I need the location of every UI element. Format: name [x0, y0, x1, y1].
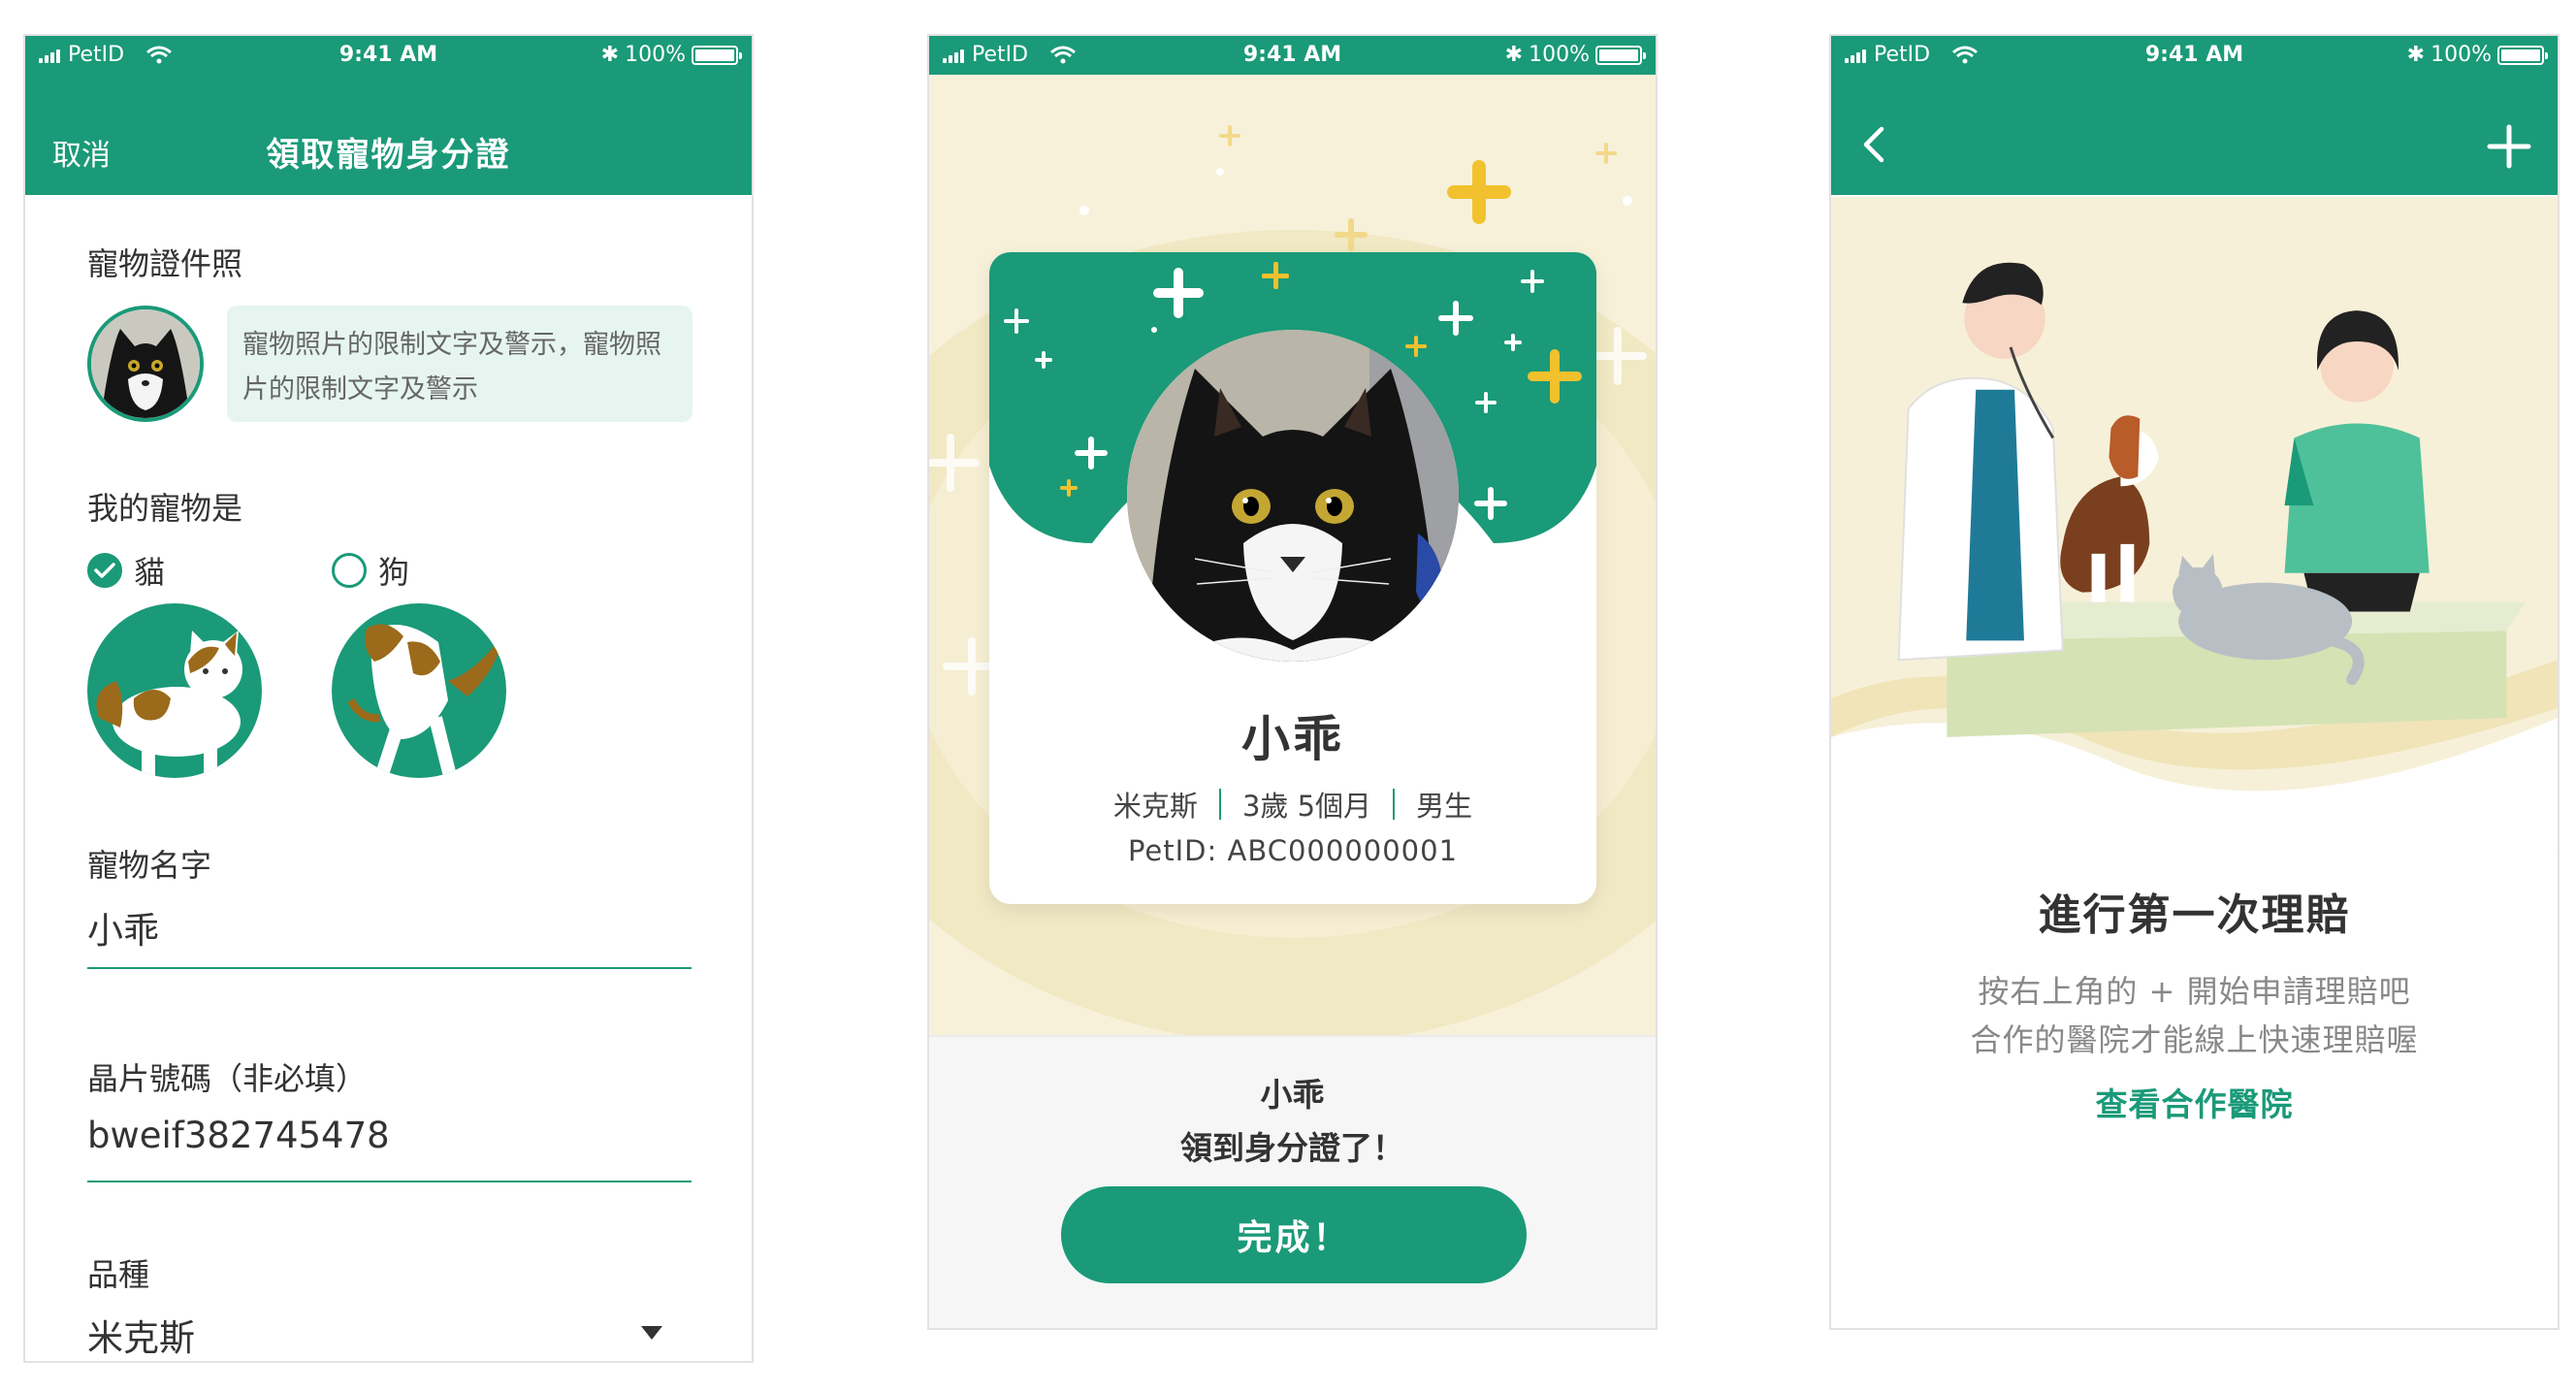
breed-select[interactable]: 米克斯	[87, 1309, 195, 1361]
battery-icon	[692, 45, 742, 65]
battery-percent: 100%	[2431, 43, 2492, 67]
nav-bar: 取消 領取寵物身分證	[25, 75, 752, 195]
name-label: 寵物名字	[87, 847, 212, 884]
pet-age: 3歲 5個月	[1241, 790, 1372, 823]
name-underline	[87, 967, 692, 969]
pet-avatar	[1127, 330, 1459, 662]
chip-number-input[interactable]: bweif382745478	[87, 1115, 390, 1156]
pet-gender: 男生	[1416, 790, 1473, 823]
battery-icon	[2497, 45, 2548, 65]
battery-percent: 100%	[1529, 43, 1590, 67]
success-message: 領到身分證了！	[1180, 1129, 1404, 1167]
cat-illustration[interactable]	[87, 603, 262, 778]
pet-id-number: PetID: ABC000000001	[1127, 834, 1459, 867]
dog-icon	[347, 624, 504, 778]
status-bar: PetID 9:41 AM ✱ 100%	[25, 36, 752, 75]
dog-illustration[interactable]	[332, 603, 506, 778]
done-button[interactable]: 完成！	[1061, 1186, 1527, 1283]
cat-photo	[1127, 330, 1459, 662]
pet-id-card: 小乖 米克斯 3歲 5個月 男生 PetID: ABC000000001	[989, 252, 1596, 904]
checkmark-icon	[87, 553, 122, 588]
status-bar: PetID 9:41 AM ✱ 100%	[1831, 36, 2558, 75]
pet-breed: 米克斯	[1112, 790, 1198, 823]
chip-underline	[87, 1181, 692, 1182]
page-title: 領取寵物身分證	[266, 136, 511, 175]
nav-bar	[1831, 75, 2558, 195]
pet-name-input[interactable]: 小乖	[87, 901, 159, 954]
empty-title: 進行第一次理賠	[2038, 890, 2351, 940]
empty-desc-line2: 合作的醫院才能線上快速理賠喔	[1970, 1021, 2419, 1058]
radio-cat-label: 貓	[134, 554, 166, 591]
pet-name: 小乖	[1241, 711, 1344, 767]
radio-dog[interactable]: 狗	[332, 548, 409, 593]
cat-photo-thumbnail	[91, 309, 200, 418]
photo-label: 寵物證件照	[87, 245, 243, 282]
photo-notice: 寵物照片的限制文字及警示，寵物照片的限制文字及警示	[227, 306, 692, 422]
status-bar: PetID 9:41 AM ✱ 100%	[929, 36, 1656, 75]
breed-label: 品種	[87, 1256, 150, 1293]
bluetooth-icon: ✱	[1504, 43, 1524, 67]
claims-empty-screen: PetID 9:41 AM ✱ 100% 進行第一次理賠 按右上角的 + 開始申…	[1829, 34, 2560, 1330]
radio-dog-label: 狗	[378, 554, 410, 591]
radio-cat[interactable]: 貓	[87, 548, 165, 593]
add-claim-icon[interactable]	[2486, 123, 2532, 170]
id-card-screen: PetID 9:41 AM ✱ 100% 小乖 米克斯 3歲 5個月 男生 Pe…	[927, 34, 1658, 1330]
vet-illustration	[1831, 196, 2558, 854]
radio-unchecked-icon	[332, 553, 367, 588]
dropdown-arrow-icon[interactable]	[641, 1326, 662, 1340]
claim-id-screen: PetID 9:41 AM ✱ 100% 取消 領取寵物身分證 寵物證件照 寵物…	[23, 34, 754, 1363]
divider	[1218, 789, 1221, 820]
bluetooth-icon: ✱	[600, 43, 620, 67]
bluetooth-icon: ✱	[2406, 43, 2426, 67]
pet-details: 米克斯 3歲 5個月 男生	[989, 784, 1596, 825]
success-pet-name: 小乖	[1260, 1076, 1325, 1114]
battery-percent: 100%	[625, 43, 686, 67]
battery-icon	[1595, 45, 1646, 65]
cat-icon	[96, 631, 242, 778]
pet-photo-upload[interactable]	[87, 306, 204, 422]
chip-label: 晶片號碼（非必填）	[87, 1060, 368, 1097]
partner-hospitals-link[interactable]: 查看合作醫院	[1831, 1079, 2558, 1125]
divider	[1393, 789, 1396, 820]
empty-desc-line1: 按右上角的 + 開始申請理賠吧	[1978, 973, 2411, 1010]
back-arrow-icon[interactable]	[1854, 125, 1893, 164]
pet-type-label: 我的寵物是	[87, 490, 243, 527]
